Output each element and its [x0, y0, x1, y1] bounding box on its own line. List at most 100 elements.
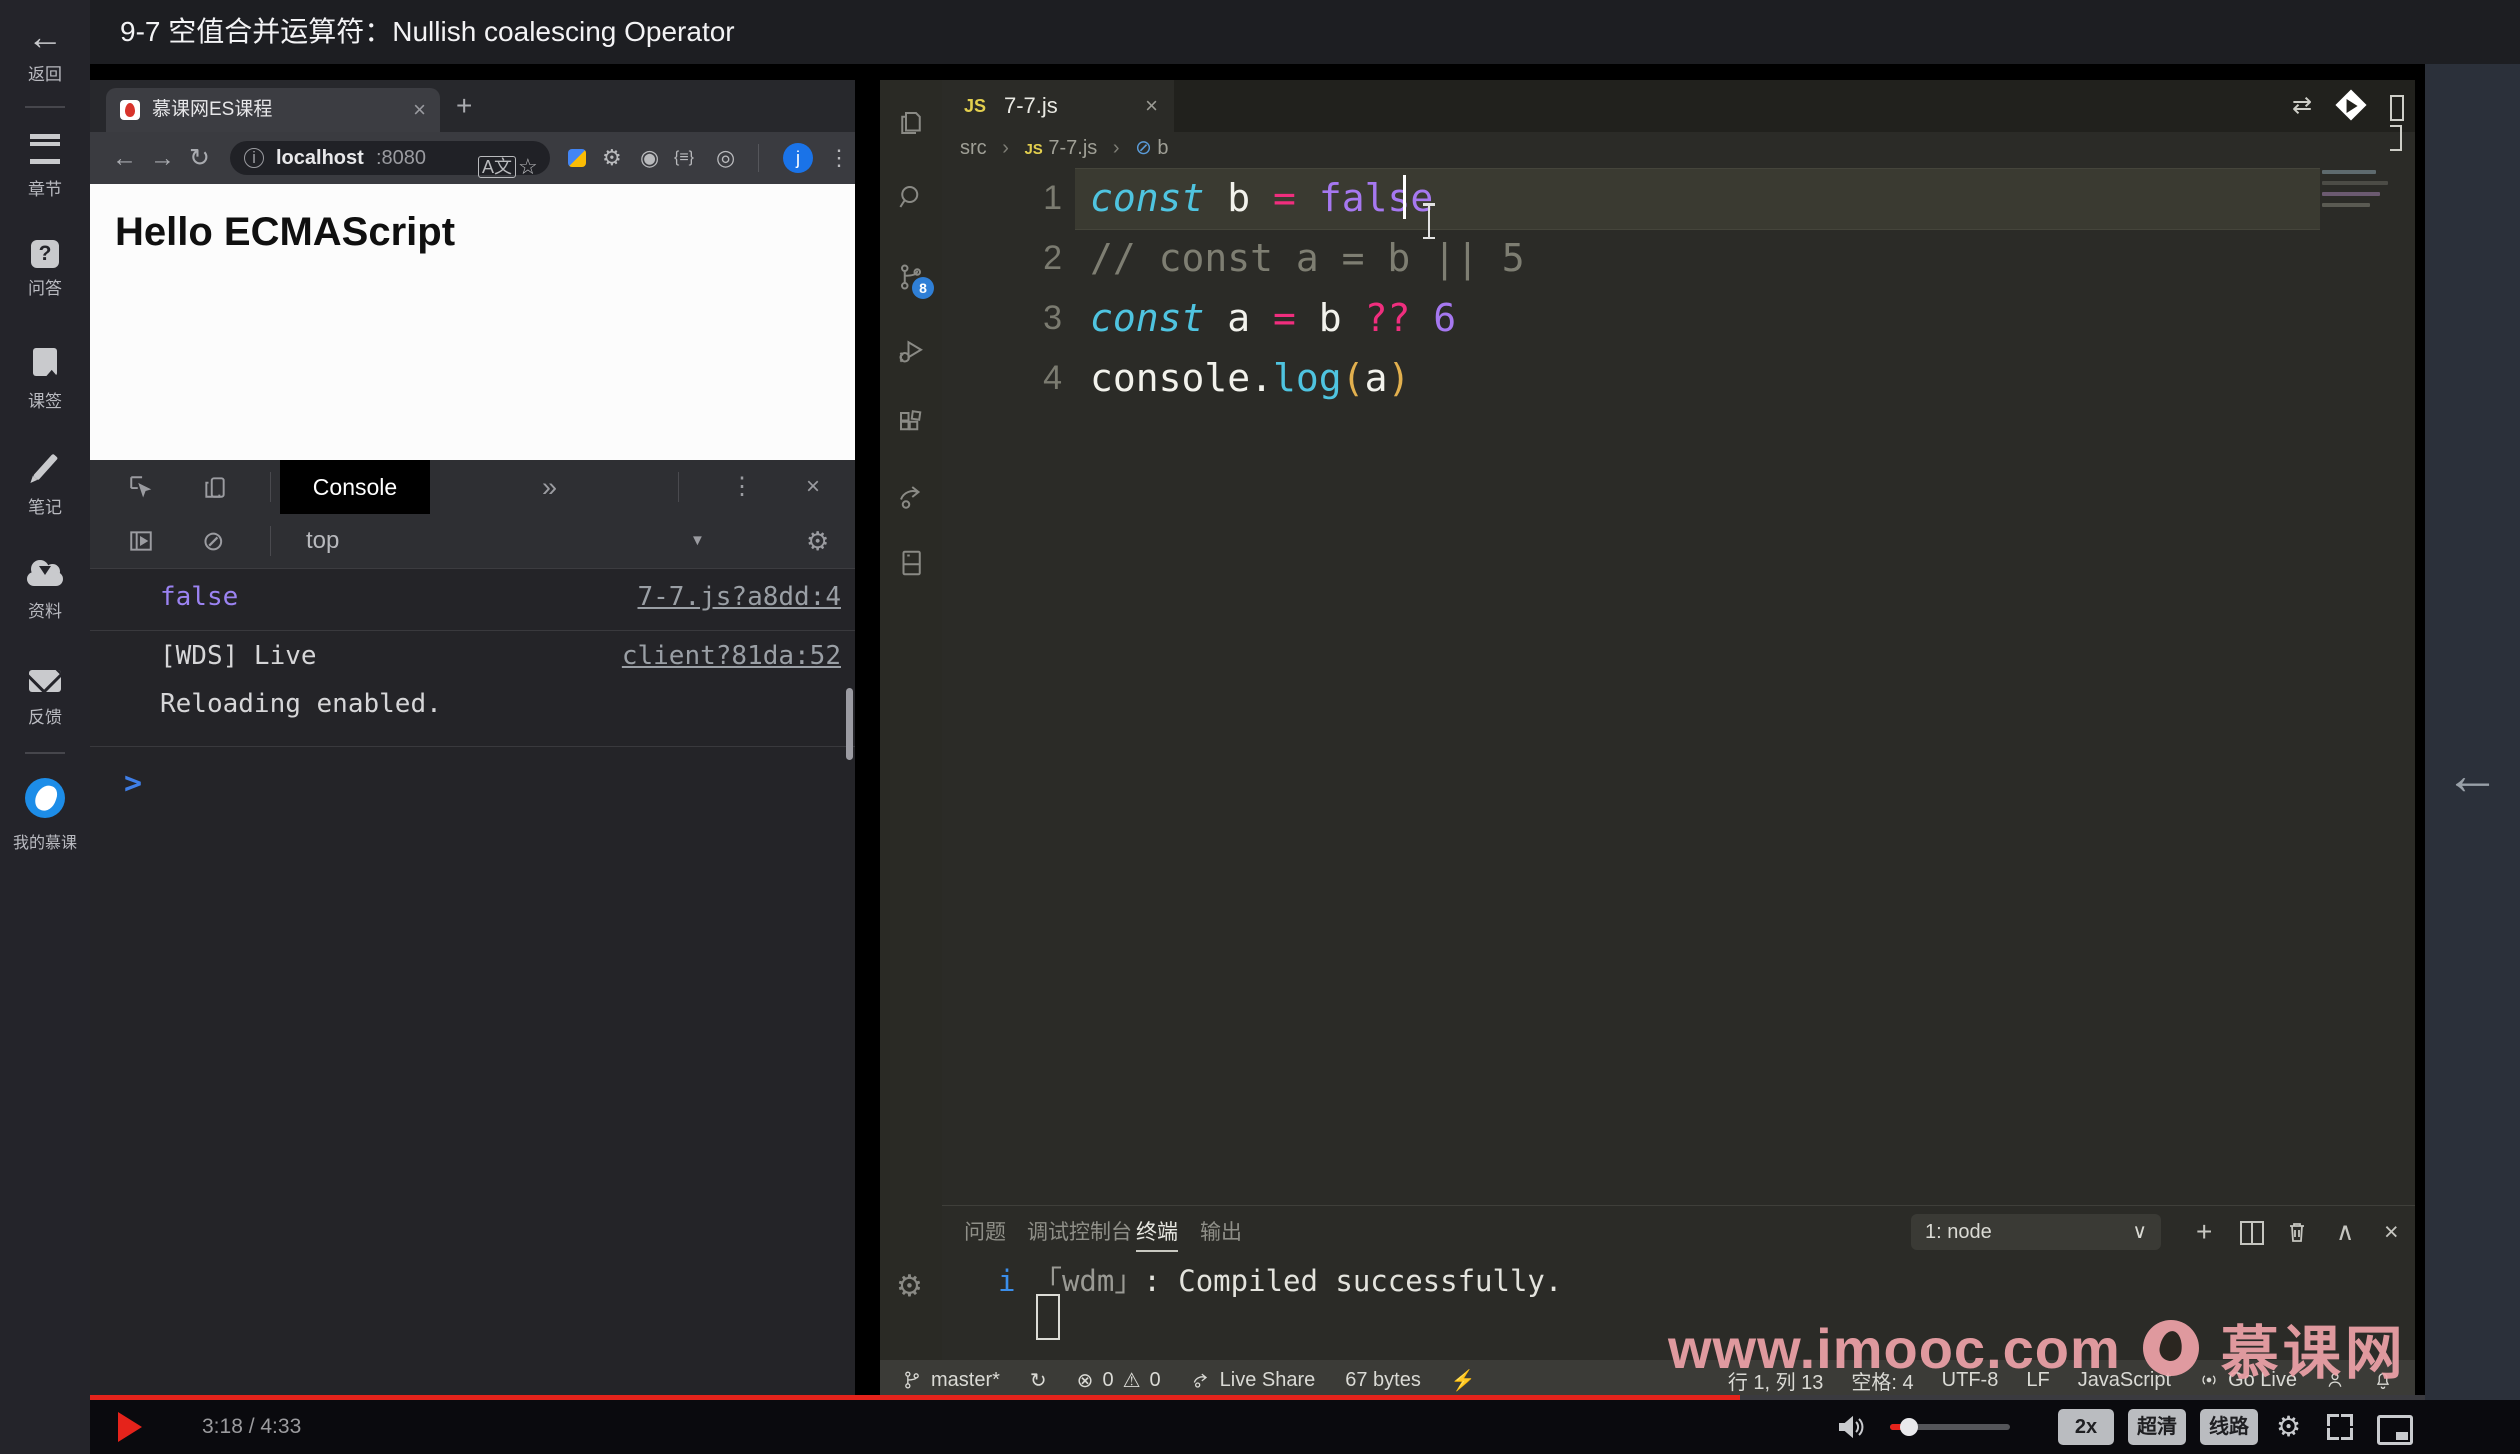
sidebar-item-label: 返回 [28, 65, 62, 84]
devtools-menu-icon[interactable]: ⋮ [730, 460, 754, 514]
more-tabs-icon[interactable]: » [542, 460, 557, 514]
live-share-status[interactable]: Live Share [1191, 1360, 1315, 1400]
browser-forward-button[interactable]: → [150, 132, 175, 184]
quality-button[interactable]: 超清 [2128, 1409, 2186, 1445]
site-info-icon[interactable]: i [244, 148, 264, 168]
line-number: 1 [1043, 179, 1062, 217]
side-rail: ← [2425, 64, 2520, 1400]
play-button[interactable] [118, 1412, 142, 1442]
fullscreen-icon[interactable] [2327, 1414, 2353, 1440]
translate-icon[interactable]: A文 [478, 156, 517, 178]
tab-output[interactable]: 输出 [1200, 1216, 1242, 1250]
git-branch-status[interactable]: master* [902, 1360, 1000, 1400]
split-terminal-icon[interactable] [2240, 1221, 2264, 1245]
minimap[interactable] [2322, 170, 2398, 207]
lesson-title: 9-7 空值合并运算符：Nullish coalescing Operator [120, 16, 735, 47]
devtools-close-icon[interactable]: × [806, 460, 820, 514]
target-extension-icon[interactable]: ◎ [716, 132, 735, 184]
code-line-4: console.log(a) [1090, 356, 1411, 400]
json-extension-icon[interactable]: {≡} [674, 132, 694, 184]
console-prompt-chevron[interactable]: > [124, 766, 142, 801]
context-selector[interactable]: top [306, 514, 339, 568]
devtools-panel: Console » ⋮ × ⊘ top ▼ ⚙ false 7-7.js?a8d… [90, 460, 855, 1400]
sync-changes-icon[interactable]: ⇄ [2292, 80, 2312, 132]
console-toolbar: ⊘ top ▼ ⚙ [90, 514, 855, 569]
route-button[interactable]: 线路 [2200, 1409, 2258, 1445]
split-editor-icon[interactable] [2390, 95, 2415, 151]
tab-problems[interactable]: 问题 [964, 1216, 1006, 1250]
tab-close-icon[interactable]: × [413, 88, 426, 132]
user-avatar [25, 778, 65, 818]
breadcrumb-file[interactable]: 7-7.js [1048, 137, 1097, 159]
chrome-window: 慕课网ES课程 × + ← → ↻ i localhost :8080 A文 ☆… [90, 80, 855, 1400]
console-scrollbar-thumb[interactable] [846, 688, 853, 760]
sidebar-item-label: 课签 [28, 392, 62, 411]
picture-in-picture-icon[interactable] [2377, 1415, 2413, 1445]
sync-status[interactable]: ↻ [1030, 1360, 1047, 1400]
chrome-tab-title: 慕课网ES课程 [152, 99, 273, 120]
console-message-row: false 7-7.js?a8dd:4 [90, 568, 855, 631]
extension-icon[interactable] [568, 149, 586, 167]
breadcrumb-folder[interactable]: src [960, 137, 987, 159]
inspect-element-icon[interactable] [128, 460, 154, 514]
new-tab-button[interactable]: + [456, 90, 472, 122]
manage-gear-icon[interactable]: ⚙ [896, 1272, 926, 1302]
tab-debug-console[interactable]: 调试控制台 [1027, 1216, 1132, 1250]
info-icon: i [998, 1264, 1016, 1298]
terminal-shell-selector[interactable]: 1: node ∨ [1911, 1214, 2161, 1250]
console-settings-icon[interactable]: ⚙ [806, 514, 829, 568]
vscode-window: 8 ⚙ JS 7-7.js × ⇄ src › JS 7-7.js › ⊘ b … [880, 80, 2460, 1400]
volume-icon[interactable] [1836, 1413, 1866, 1441]
file-size-status[interactable]: 67 bytes [1345, 1360, 1421, 1400]
editor-tab[interactable]: JS 7-7.js × [942, 80, 1174, 132]
device-toolbar-icon[interactable] [202, 460, 228, 514]
sidebar-item-back[interactable]: ← 返回 [0, 19, 90, 85]
devtools-extension-icon[interactable]: ◉ [640, 132, 659, 184]
maximize-panel-icon[interactable]: ∧ [2336, 1214, 2354, 1250]
power-status[interactable]: ⚡ [1451, 1360, 1476, 1400]
sidebar-item-bookmark[interactable]: 课签 [0, 348, 90, 412]
sidebar-item-chapters[interactable]: 章节 [0, 134, 90, 200]
explorer-icon[interactable] [896, 108, 926, 138]
sidebar-item-materials[interactable]: 资料 [0, 560, 90, 622]
problems-status[interactable]: ⊗ 0 ⚠ 0 [1077, 1360, 1161, 1400]
volume-slider-knob[interactable] [1900, 1418, 1918, 1436]
chrome-tab[interactable]: 慕课网ES课程 × [106, 88, 440, 132]
warnings-icon: ⚠ [1122, 1369, 1141, 1392]
gear-extension-icon[interactable]: ⚙ [602, 132, 622, 184]
devtools-tabbar: Console » ⋮ × [90, 460, 855, 515]
code-editor[interactable]: 1 2 3 4 const b = false // const a = b |… [880, 164, 2415, 1205]
breadcrumb-symbol[interactable]: b [1157, 137, 1168, 159]
chrome-menu-icon[interactable]: ⋮ [828, 132, 850, 184]
new-terminal-icon[interactable]: + [2196, 1214, 2212, 1250]
js-language-icon: JS [964, 96, 987, 116]
sidebar-item-notes[interactable]: 笔记 [0, 452, 90, 518]
sidebar-item-feedback[interactable]: 反馈 [0, 670, 90, 728]
console-drawer-icon[interactable] [128, 514, 154, 568]
time-display: 3:18 / 4:33 [202, 1415, 302, 1438]
context-dropdown-icon[interactable]: ▼ [690, 514, 705, 568]
editor-tab-close-icon[interactable]: × [1145, 80, 1158, 132]
sidebar-item-my-imooc[interactable]: 我的慕课 [0, 778, 90, 853]
clear-console-icon[interactable]: ⊘ [202, 514, 225, 568]
console-source-link[interactable]: 7-7.js?a8dd:4 [638, 582, 842, 612]
player-settings-gear-icon[interactable]: ⚙ [2276, 1400, 2301, 1454]
profile-avatar[interactable]: j [783, 143, 813, 173]
address-bar[interactable]: i localhost :8080 A文 ☆ [230, 141, 550, 179]
playback-speed-button[interactable]: 2x [2058, 1409, 2114, 1445]
terminal-block-cursor [1036, 1294, 1060, 1340]
video-frame[interactable]: 慕课网ES课程 × + ← → ↻ i localhost :8080 A文 ☆… [90, 64, 2460, 1400]
kill-terminal-icon[interactable] [2286, 1220, 2308, 1244]
close-panel-icon[interactable]: × [2384, 1214, 2399, 1250]
tab-console[interactable]: Console [280, 460, 430, 514]
sidebar-item-qa[interactable]: ? 问答 [0, 240, 90, 299]
run-file-icon[interactable] [2335, 89, 2367, 121]
code-line-2: // const a = b || 5 [1090, 236, 1525, 280]
live-share-icon [1191, 1369, 1211, 1392]
previous-arrow-button[interactable]: ← [2425, 742, 2520, 807]
console-separator [270, 526, 271, 556]
browser-reload-button[interactable]: ↻ [189, 132, 210, 184]
browser-back-button[interactable]: ← [112, 132, 137, 184]
console-source-link[interactable]: client?81da:52 [622, 641, 841, 671]
tab-terminal[interactable]: 终端 [1136, 1216, 1178, 1252]
